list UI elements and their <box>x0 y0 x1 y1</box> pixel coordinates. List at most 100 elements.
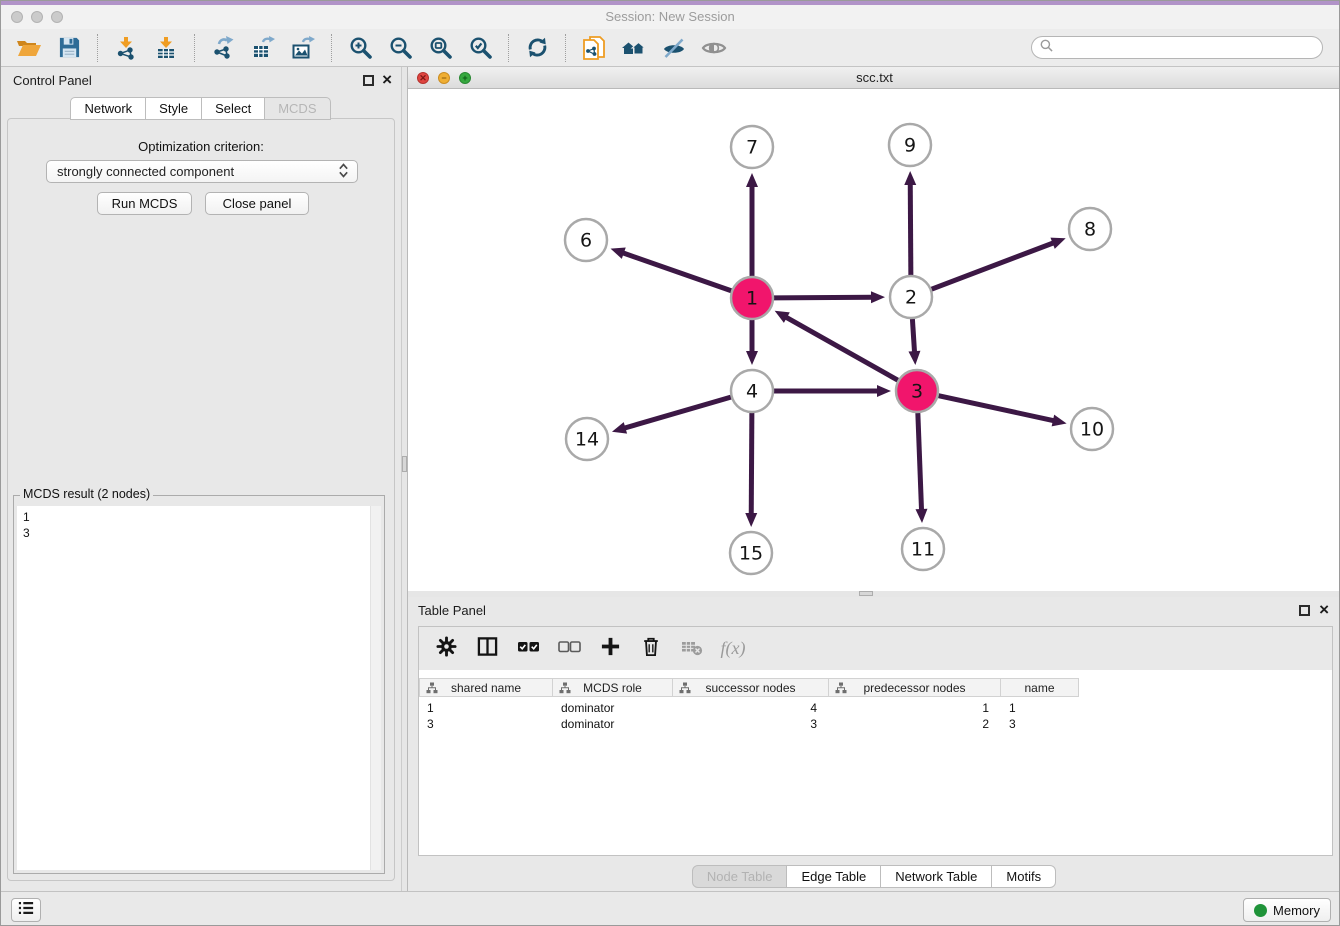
network-canvas[interactable]: 1 2 3 4 6 7 8 9 10 11 14 15 <box>408 89 1340 591</box>
show-columns-button[interactable] <box>474 636 500 662</box>
network-window-titlebar[interactable]: ✕ − + scc.txt <box>408 67 1340 89</box>
graph-edge-2-8[interactable] <box>932 238 1066 290</box>
graph-edge-1-2[interactable] <box>774 291 885 303</box>
graph-node-1[interactable]: 1 <box>731 277 773 319</box>
table-settings-button[interactable] <box>433 636 459 662</box>
graph-node-3[interactable]: 3 <box>896 370 938 412</box>
graph-node-11[interactable]: 11 <box>902 528 944 570</box>
zoom-in-button[interactable] <box>342 33 378 63</box>
graph-edge-1-7[interactable] <box>746 173 758 276</box>
create-column-button[interactable] <box>597 636 623 662</box>
toolbar-separator <box>97 34 98 62</box>
apply-layout-button[interactable] <box>519 33 555 63</box>
graph-node-8[interactable]: 8 <box>1069 208 1111 250</box>
graph-edge-1-4[interactable] <box>746 320 758 365</box>
table-toolbar: f(x) <box>419 627 1332 670</box>
unselect-all-columns-button[interactable] <box>556 636 582 662</box>
save-session-button[interactable] <box>51 33 87 63</box>
zoom-selected-icon <box>469 36 492 59</box>
float-panel-button[interactable] <box>363 75 374 86</box>
tab-network-table[interactable]: Network Table <box>880 865 992 888</box>
graph-edge-4-3[interactable] <box>774 385 891 397</box>
export-network-button[interactable] <box>205 33 241 63</box>
import-table-icon <box>154 36 178 60</box>
houses-icon <box>621 37 647 59</box>
export-table-button[interactable] <box>245 33 281 63</box>
result-scrollbar[interactable] <box>370 506 381 870</box>
export-table-icon <box>251 36 275 60</box>
memory-button[interactable]: Memory <box>1243 898 1331 922</box>
column-header-name[interactable]: name <box>1001 678 1079 697</box>
graph-node-4[interactable]: 4 <box>731 370 773 412</box>
column-header-successor-nodes[interactable]: successor nodes <box>673 678 829 697</box>
memory-label: Memory <box>1273 903 1320 918</box>
export-image-button[interactable] <box>285 33 321 63</box>
vertical-split-divider[interactable] <box>401 67 408 891</box>
column-header-predecessor-nodes[interactable]: predecessor nodes <box>829 678 1001 697</box>
run-mcds-button[interactable]: Run MCDS <box>97 192 192 215</box>
graph-node-10[interactable]: 10 <box>1071 408 1113 450</box>
graph-edge-3-1[interactable] <box>775 311 898 380</box>
tab-node-table[interactable]: Node Table <box>692 865 788 888</box>
list-icon <box>17 900 35 921</box>
delete-columns-button[interactable] <box>638 636 664 662</box>
column-header-shared-name[interactable]: shared name <box>419 678 553 697</box>
float-table-panel-button[interactable] <box>1299 605 1310 616</box>
graph-node-9[interactable]: 9 <box>889 124 931 166</box>
close-panel-button[interactable]: × <box>382 70 392 90</box>
show-all-button[interactable] <box>696 33 732 63</box>
close-table-panel-button[interactable]: × <box>1319 600 1329 620</box>
graph-edge-2-3[interactable] <box>908 319 920 365</box>
plus-icon <box>600 636 621 662</box>
graph-edge-4-15[interactable] <box>745 413 757 527</box>
tab-style[interactable]: Style <box>145 97 202 120</box>
column-header-mcds-role[interactable]: MCDS role <box>553 678 673 697</box>
divider-grip[interactable] <box>859 591 873 596</box>
graph-node-14[interactable]: 14 <box>566 418 608 460</box>
delete-table-button[interactable] <box>679 636 705 662</box>
graph-edge-3-11[interactable] <box>915 413 927 523</box>
tab-edge-table[interactable]: Edge Table <box>786 865 881 888</box>
zoom-fit-button[interactable] <box>422 33 458 63</box>
eye-icon <box>701 36 727 60</box>
network-graph[interactable]: 1 2 3 4 6 7 8 9 10 11 14 15 <box>408 89 1340 591</box>
import-network-button[interactable] <box>108 33 144 63</box>
cell-shared-name: 1 <box>427 700 547 716</box>
import-table-button[interactable] <box>148 33 184 63</box>
zoom-selected-button[interactable] <box>462 33 498 63</box>
graph-node-6[interactable]: 6 <box>565 219 607 261</box>
tab-mcds[interactable]: MCDS <box>264 97 330 120</box>
graph-edge-4-14[interactable] <box>612 397 731 433</box>
tree-icon <box>679 682 691 697</box>
graph-edge-3-10[interactable] <box>938 396 1066 427</box>
graph-node-2[interactable]: 2 <box>890 276 932 318</box>
tab-network[interactable]: Network <box>70 97 146 120</box>
search-input[interactable] <box>1058 41 1314 55</box>
mcds-result-textarea[interactable]: 1 3 <box>17 506 381 870</box>
hide-selected-button[interactable] <box>656 33 692 63</box>
tab-select[interactable]: Select <box>201 97 265 120</box>
select-all-columns-button[interactable] <box>515 636 541 662</box>
close-mcds-panel-button[interactable]: Close panel <box>205 192 309 215</box>
clone-network-button[interactable] <box>576 33 612 63</box>
cell-name: 1 <box>1009 700 1075 716</box>
criterion-dropdown[interactable]: strongly connected component <box>46 160 358 183</box>
function-icon: f(x) <box>721 638 746 659</box>
application-window: Session: New Session <box>0 0 1340 926</box>
divider-grip[interactable] <box>402 456 407 472</box>
graph-edge-2-9[interactable] <box>904 171 916 275</box>
first-neighbors-button[interactable] <box>616 33 652 63</box>
show-networks-list-button[interactable] <box>11 898 41 922</box>
tab-motifs[interactable]: Motifs <box>991 865 1056 888</box>
graph-node-7[interactable]: 7 <box>731 126 773 168</box>
graph-node-15[interactable]: 15 <box>730 532 772 574</box>
function-builder-button[interactable]: f(x) <box>720 636 746 662</box>
gear-icon <box>436 636 457 662</box>
svg-text:7: 7 <box>746 137 758 159</box>
zoom-out-button[interactable] <box>382 33 418 63</box>
table-container: f(x) shared name MCDS role successor nod… <box>418 626 1333 856</box>
svg-text:15: 15 <box>739 543 763 565</box>
graph-edge-1-6[interactable] <box>611 248 732 291</box>
open-session-button[interactable] <box>11 33 47 63</box>
search-field <box>1031 36 1323 59</box>
